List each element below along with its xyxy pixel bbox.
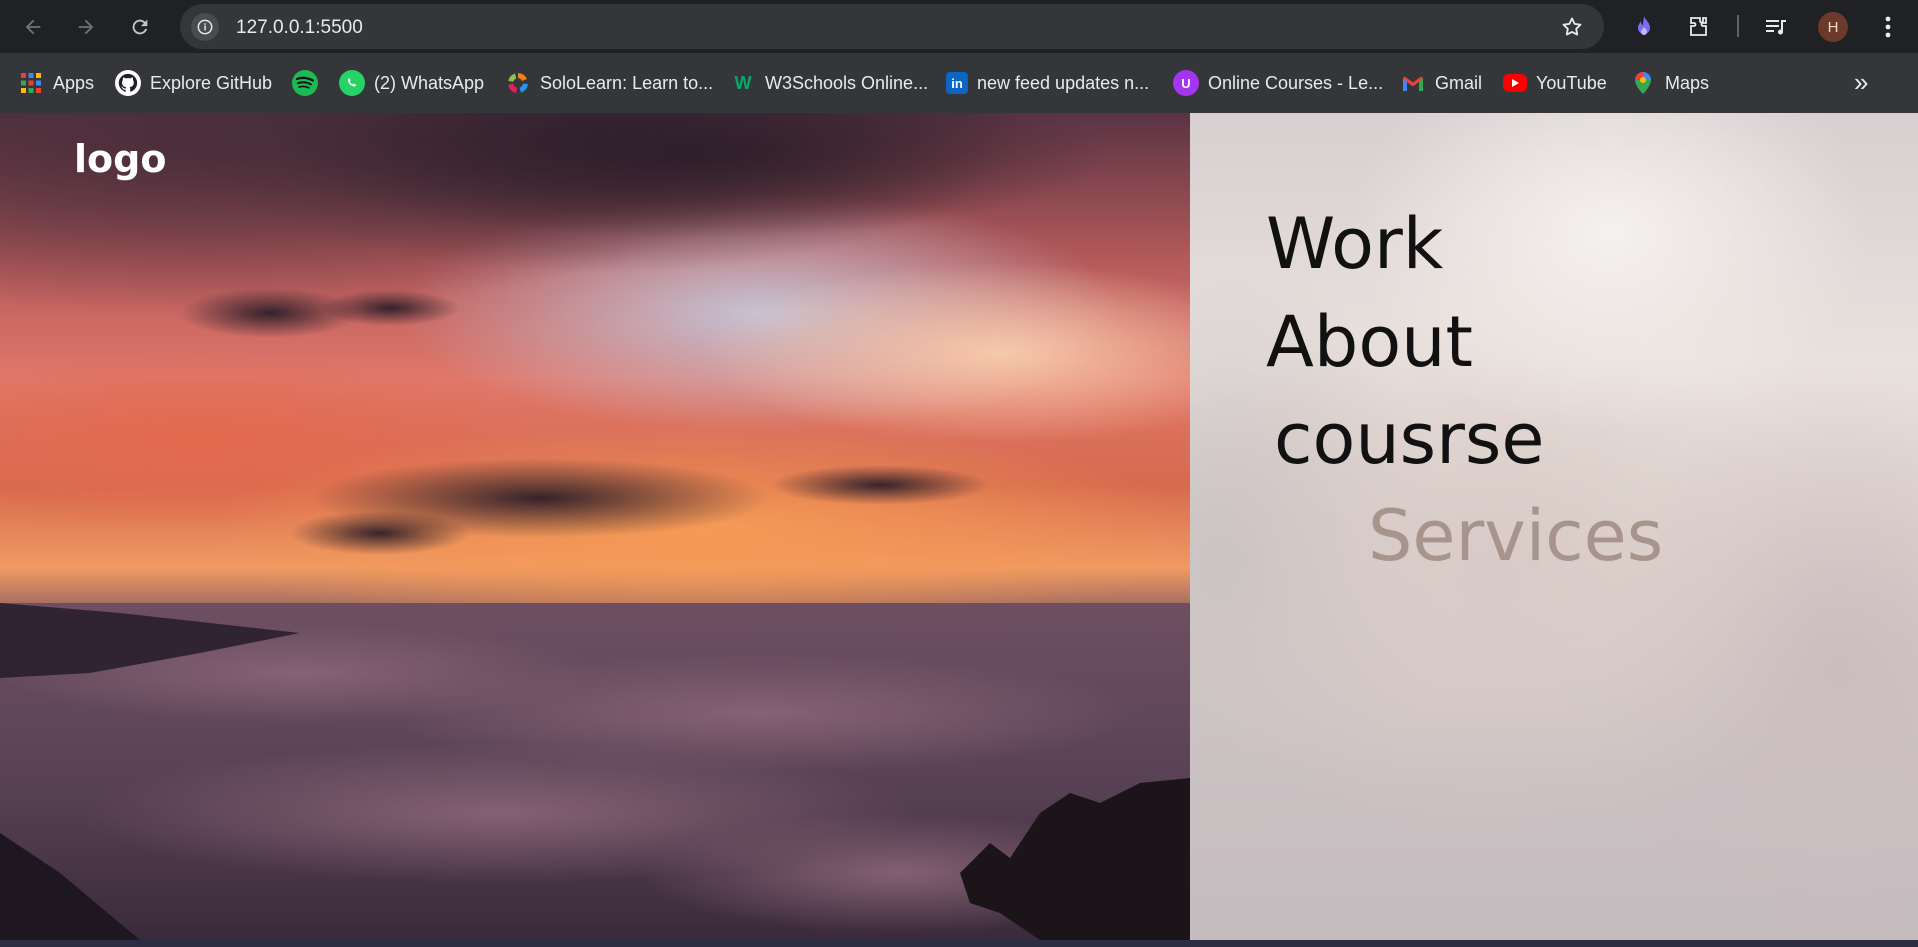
- extensions-puzzle-icon[interactable]: [1685, 13, 1713, 41]
- hero-sunset-image: logo: [0, 113, 1190, 940]
- bookmark-label: Online Courses - Le...: [1208, 72, 1384, 93]
- youtube-icon: [1503, 74, 1527, 92]
- bookmark-youtube[interactable]: YouTube: [1503, 69, 1607, 97]
- menu-link-about[interactable]: About: [1266, 301, 1473, 383]
- bookmark-star-icon[interactable]: [1560, 15, 1584, 39]
- google-maps-icon: [1630, 70, 1656, 96]
- bookmark-label: W3Schools Online...: [765, 72, 929, 93]
- menu-link-course[interactable]: cousrse: [1274, 398, 1544, 480]
- address-bar[interactable]: 127.0.0.1:5500: [180, 4, 1604, 49]
- udemy-icon: U: [1173, 70, 1199, 96]
- bookmark-label: YouTube: [1536, 72, 1607, 93]
- bookmark-spotify[interactable]: [292, 69, 327, 97]
- browser-toolbar: 127.0.0.1:5500 H: [0, 0, 1918, 53]
- apps-grid-icon: [18, 70, 44, 96]
- bookmark-label: SoloLearn: Learn to...: [540, 72, 714, 93]
- spotify-icon: [292, 70, 318, 96]
- taskbar-edge: [0, 940, 1918, 947]
- media-queue-icon[interactable]: [1762, 13, 1790, 41]
- bookmark-label: Apps: [53, 72, 95, 93]
- site-info-icon[interactable]: [191, 13, 219, 41]
- bookmark-label: Explore GitHub: [150, 72, 273, 93]
- more-bookmarks-chevron-icon[interactable]: »: [1854, 67, 1868, 98]
- more-menu-icon[interactable]: [1874, 13, 1902, 41]
- reload-button[interactable]: [124, 11, 156, 43]
- bookmark-label: Gmail: [1435, 72, 1483, 93]
- back-button[interactable]: [17, 11, 49, 43]
- bookmark-udemy[interactable]: U Online Courses - Le...: [1173, 69, 1383, 97]
- github-icon: [115, 70, 141, 96]
- profile-avatar[interactable]: H: [1818, 12, 1848, 42]
- bookmark-linkedin[interactable]: in new feed updates n...: [946, 69, 1149, 97]
- bookmark-maps[interactable]: Maps: [1630, 69, 1709, 97]
- toolbar-divider: [1737, 15, 1739, 37]
- menu-link-services[interactable]: Services: [1368, 495, 1663, 577]
- site-logo[interactable]: logo: [74, 137, 166, 181]
- sololearn-icon: [505, 70, 531, 96]
- url-text[interactable]: 127.0.0.1:5500: [236, 17, 363, 39]
- bookmark-label: Maps: [1665, 72, 1710, 93]
- bookmarks-bar: Apps Explore GitHub (2) WhatsApp SoloLea…: [0, 53, 1918, 113]
- reload-icon: [132, 19, 148, 35]
- bookmark-apps[interactable]: Apps: [18, 69, 94, 97]
- arrow-right-icon: [78, 19, 94, 35]
- linkedin-icon: in: [946, 72, 968, 94]
- menu-link-work[interactable]: Work: [1266, 203, 1443, 285]
- bookmark-github[interactable]: Explore GitHub: [115, 69, 272, 97]
- extension-flame-icon[interactable]: [1630, 13, 1658, 41]
- bookmark-whatsapp[interactable]: (2) WhatsApp: [339, 69, 484, 97]
- forward-button[interactable]: [70, 11, 102, 43]
- bookmark-w3schools[interactable]: W W3Schools Online...: [730, 69, 929, 97]
- whatsapp-icon: [339, 70, 365, 96]
- gmail-icon: [1400, 70, 1426, 96]
- bookmark-gmail[interactable]: Gmail: [1400, 69, 1482, 97]
- sunset-clouds-illustration: [0, 113, 1190, 940]
- web-page: logo Work About cousrse Services: [0, 113, 1918, 940]
- arrow-left-icon: [25, 19, 41, 35]
- bookmark-label: (2) WhatsApp: [374, 72, 485, 93]
- bookmark-sololearn[interactable]: SoloLearn: Learn to...: [505, 69, 713, 97]
- w3schools-icon: W: [734, 72, 752, 93]
- bookmark-label: new feed updates n...: [977, 72, 1150, 93]
- navigation-menu-panel: Work About cousrse Services: [1190, 113, 1918, 940]
